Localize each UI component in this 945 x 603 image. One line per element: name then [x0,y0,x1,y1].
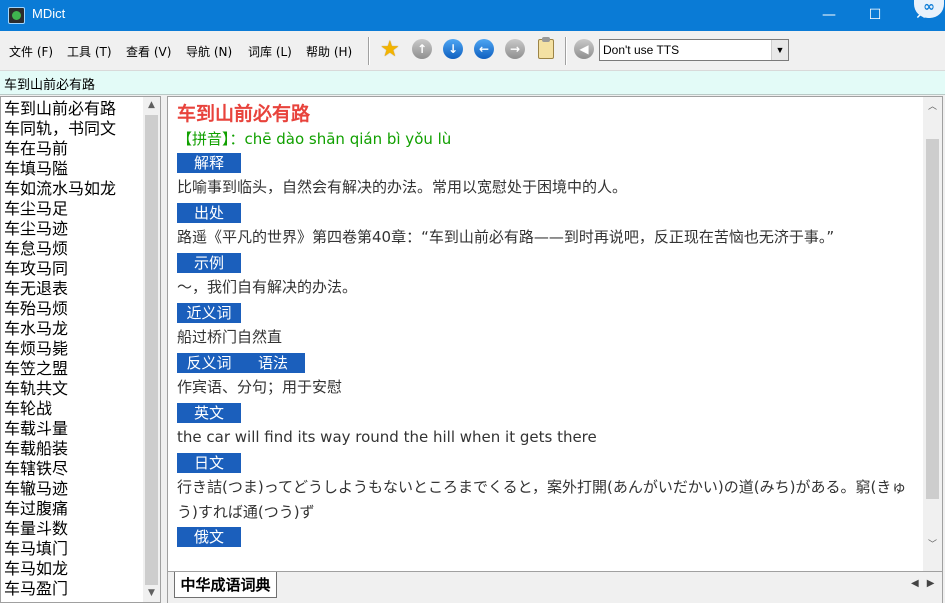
list-item[interactable]: 车水马龙 [4,319,144,339]
dictionary-tab-bar: 中华成语词典 ◀▶ [167,572,943,603]
menu-file[interactable]: 文件 (F) [9,43,53,60]
scrollbar-thumb[interactable] [145,115,158,585]
menu-navigate[interactable]: 导航 (N) [186,43,232,60]
dictionary-entry: 车到山前必有路 【拼音】：chē dào shān qián bì yǒu lù… [177,101,917,547]
menu-view[interactable]: 查看 (V) [126,43,171,60]
next-word-button[interactable]: ↓ [443,39,465,61]
section-label: 示例 [177,253,241,273]
list-item[interactable]: 车在马前 [4,139,144,159]
tts-select[interactable]: Don't use TTS ▼ [599,39,789,61]
list-item[interactable]: 车笠之盟 [4,359,144,379]
section-label: 语法 [241,353,305,373]
minimize-button[interactable]: — [806,0,852,31]
clipboard-button[interactable] [535,37,557,61]
scroll-up-icon[interactable]: ︿ [924,99,941,116]
star-icon: ★ [380,37,400,62]
forward-arrow-icon: → [505,39,525,59]
definition-scrollbar[interactable]: ︿ ﹀ [923,97,942,571]
list-item[interactable]: 车轨共文 [4,379,144,399]
app-icon [8,7,25,24]
section-label: 日文 [177,453,241,473]
menu-library[interactable]: 词库 (L) [248,43,292,60]
word-list-scrollbar[interactable]: ▲ ▼ [143,97,160,602]
list-item[interactable]: 车攻马同 [4,259,144,279]
list-item[interactable]: 车轮战 [4,399,144,419]
list-item[interactable]: 车量斗数 [4,519,144,539]
clipboard-icon [538,37,554,59]
list-item[interactable]: 车如流水马如龙 [4,179,144,199]
mdict-window: MDict — ☐ ✕ ∞ 文件 (F) 工具 (T) 查看 (V) 导航 (N… [0,0,945,603]
section-label: 解释 [177,153,241,173]
list-item[interactable]: 车尘马足 [4,199,144,219]
section-text: ～，我们自有解决的办法。 [177,278,358,296]
word-list-pane: 车到山前必有路 车同轨，书同文 车在马前 车填马隘 车如流水马如龙 车尘马足 车尘马迹 车怠马… [0,96,161,603]
tab-scroll-arrows-icon[interactable]: ◀▶ [911,578,942,589]
menu-help[interactable]: 帮助 (H) [306,43,352,60]
list-item[interactable]: 车马盈门 [4,579,144,599]
list-item[interactable]: 车同轨，书同文 [4,119,144,139]
scrollbar-thumb[interactable] [926,139,939,499]
forward-button[interactable]: → [505,39,527,61]
section-text: 船过桥门自然直 [177,328,283,346]
list-item[interactable]: 车怠马烦 [4,239,144,259]
menu-tools[interactable]: 工具 (T) [67,43,112,60]
menu-toolbar: 文件 (F) 工具 (T) 查看 (V) 导航 (N) 词库 (L) 帮助 (H… [0,31,945,71]
favorite-button[interactable]: ★ [380,39,402,61]
up-arrow-icon: ↑ [412,39,432,59]
title-bar[interactable]: MDict — ☐ ✕ ∞ [0,0,945,31]
section-text: 比喻事到临头，自然会有解决的办法。常用以宽慰处于困境中的人。 [177,178,628,196]
list-item[interactable]: 车马填门 [4,539,144,559]
list-item[interactable]: 车辖铁尽 [4,459,144,479]
list-item[interactable]: 车辙马迹 [4,479,144,499]
headword: 车到山前必有路 [177,103,311,125]
list-item[interactable]: 车到山前必有路 [4,99,144,119]
section-label: 俄文 [177,527,241,547]
list-item[interactable]: 车过腹痛 [4,499,144,519]
definition-pane: 车到山前必有路 【拼音】：chē dào shān qián bì yǒu lù… [167,96,943,572]
list-item[interactable]: 车殆马烦 [4,299,144,319]
back-button[interactable]: ← [474,39,496,61]
section-text: 作宾语、分句；用于安慰 [177,378,343,396]
scroll-up-icon[interactable]: ▲ [143,97,160,114]
section-text: 行き詰(つま)ってどうしようもないところまでくると，案外打開(あんがいだかい)の… [177,478,907,521]
maximize-button[interactable]: ☐ [852,0,898,31]
scroll-down-icon[interactable]: ▼ [143,585,160,602]
speak-button[interactable]: ◀ [574,39,596,61]
section-label: 反义词 [177,353,241,373]
chevron-down-icon[interactable]: ▼ [771,40,788,60]
toolbar-separator [368,37,370,65]
section-label: 近义词 [177,303,241,323]
toolbar-separator [565,37,567,65]
pinyin: 【拼音】：chē dào shān qián bì yǒu lù [177,130,452,148]
list-item[interactable]: 车载船装 [4,439,144,459]
section-label: 出处 [177,203,241,223]
back-arrow-icon: ← [474,39,494,59]
down-arrow-icon: ↓ [443,39,463,59]
list-item[interactable]: 车载斗量 [4,419,144,439]
tab-dictionary[interactable]: 中华成语词典 [174,572,277,598]
list-item[interactable]: 车填马隘 [4,159,144,179]
list-item[interactable]: 车无退表 [4,279,144,299]
list-item[interactable]: 车马如龙 [4,559,144,579]
list-item[interactable]: 车烦马毙 [4,339,144,359]
entry-sections: 解释比喻事到临头，自然会有解决的办法。常用以宽慰处于困境中的人。 出处路遥《平凡的… [177,151,917,547]
speaker-icon: ◀ [574,39,594,59]
search-bar [0,71,945,95]
previous-word-button[interactable]: ↑ [412,39,434,61]
scroll-down-icon[interactable]: ﹀ [924,537,941,554]
word-list: 车到山前必有路 车同轨，书同文 车在马前 车填马隘 车如流水马如龙 车尘马足 车尘马迹 车怠马… [4,99,144,599]
list-item[interactable]: 车尘马迹 [4,219,144,239]
window-title: MDict [32,6,66,21]
section-text: 路遥《平凡的世界》第四卷第40章：“车到山前必有路——到时再说吧，反正现在苦恼也… [177,228,835,246]
section-text: the car will find its way round the hill… [177,428,597,446]
section-label: 英文 [177,403,241,423]
search-input[interactable] [4,73,934,93]
tts-selected-value: Don't use TTS [603,43,680,57]
